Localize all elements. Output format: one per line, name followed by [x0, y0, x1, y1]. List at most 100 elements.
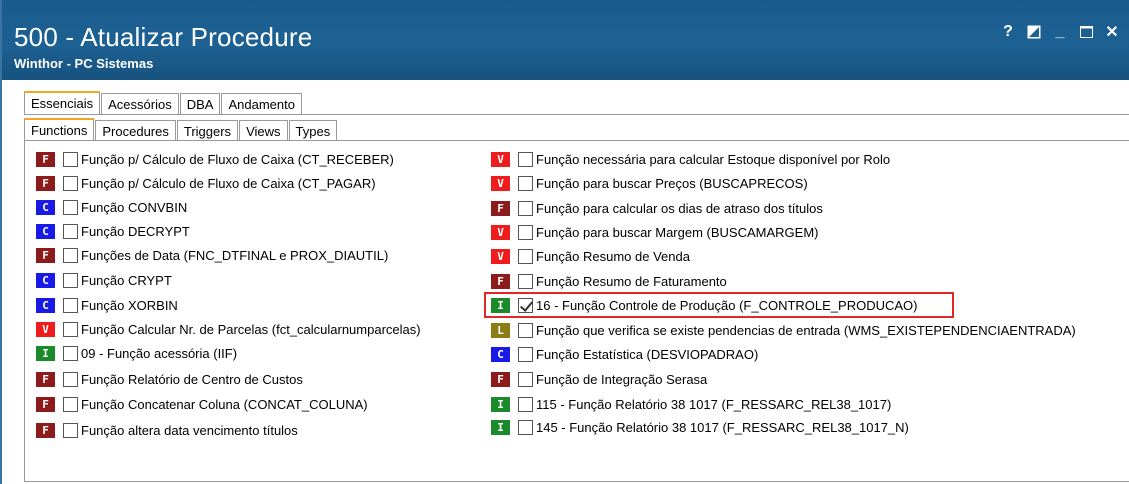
list-item[interactable]: V Função para buscar Margem (BUSCAMARGEM…	[491, 223, 818, 242]
function-type-badge: F	[36, 248, 55, 263]
list-item[interactable]: F Função altera data vencimento títulos	[36, 421, 298, 440]
list-item[interactable]: V Função Calcular Nr. de Parcelas (fct_c…	[36, 320, 421, 339]
checkbox[interactable]	[63, 200, 78, 215]
list-item[interactable]: F Função p/ Cálculo de Fluxo de Caixa (C…	[36, 150, 394, 169]
restore-icon[interactable]	[1021, 20, 1047, 44]
function-type-badge: C	[491, 347, 510, 362]
item-label: Função necessária para calcular Estoque …	[536, 152, 891, 167]
item-label: 09 - Função acessória (IIF)	[81, 346, 238, 361]
top-tab-divider	[24, 114, 1129, 115]
checkbox[interactable]	[63, 273, 78, 288]
list-item[interactable]: V Função Resumo de Venda	[491, 247, 690, 266]
list-item[interactable]: I 115 - Função Relatório 38 1017 (F_RESS…	[491, 395, 891, 414]
list-item[interactable]: C Função CONVBIN	[36, 198, 187, 217]
list-item[interactable]: C Função CRYPT	[36, 271, 172, 290]
tab-procedures[interactable]: Procedures	[95, 120, 176, 141]
function-type-badge: C	[36, 273, 55, 288]
tab-functions[interactable]: Functions	[24, 118, 95, 141]
function-type-badge: F	[36, 176, 55, 191]
list-item[interactable]: F Funções de Data (FNC_DTFINAL e PROX_DI…	[36, 246, 388, 265]
item-label: Função altera data vencimento títulos	[81, 423, 298, 438]
checkbox[interactable]	[518, 201, 533, 216]
checkbox[interactable]	[63, 176, 78, 191]
tab-andamento[interactable]: Andamento	[221, 93, 302, 114]
item-label: Função de Integração Serasa	[536, 372, 708, 387]
checkbox[interactable]	[518, 274, 533, 289]
window-title: 500 - Atualizar Procedure	[14, 22, 313, 52]
item-label: Função Resumo de Faturamento	[536, 274, 727, 289]
tab-dba[interactable]: DBA	[179, 93, 221, 114]
list-item[interactable]: F Função Relatório de Centro de Custos	[36, 370, 303, 389]
help-icon[interactable]: ?	[995, 20, 1021, 44]
list-item[interactable]: F Função de Integração Serasa	[491, 370, 707, 389]
function-type-badge: I	[491, 420, 510, 435]
window-controls: ? _ ✕	[995, 20, 1125, 44]
item-label: Função para buscar Margem (BUSCAMARGEM)	[536, 225, 819, 240]
item-label: Função p/ Cálculo de Fluxo de Caixa (CT_…	[81, 176, 376, 191]
tab-essenciais[interactable]: Essenciais	[24, 91, 101, 114]
function-type-badge: V	[491, 152, 510, 167]
function-type-badge: F	[491, 201, 510, 216]
function-type-badge: V	[491, 249, 510, 264]
list-item[interactable]: L Função que verifica se existe pendenci…	[491, 321, 1076, 340]
list-item[interactable]: C Função Estatística (DESVIOPADRAO)	[491, 345, 758, 364]
function-type-badge: F	[36, 372, 55, 387]
item-label: Função DECRYPT	[81, 224, 190, 239]
selection-highlight	[484, 292, 954, 318]
function-type-badge: F	[36, 397, 55, 412]
list-item[interactable]: C Função DECRYPT	[36, 222, 190, 241]
maximize-icon[interactable]	[1073, 20, 1099, 44]
checkbox[interactable]	[63, 152, 78, 167]
list-item[interactable]: I 09 - Função acessória (IIF)	[36, 344, 237, 363]
function-type-badge: I	[491, 397, 510, 412]
checkbox[interactable]	[63, 248, 78, 263]
item-label: Função Calcular Nr. de Parcelas (fct_cal…	[81, 322, 421, 337]
checkbox[interactable]	[518, 152, 533, 167]
checkbox[interactable]	[63, 397, 78, 412]
item-label: Função Resumo de Venda	[536, 249, 690, 264]
checkbox[interactable]	[63, 346, 78, 361]
checkbox[interactable]	[518, 176, 533, 191]
checkbox[interactable]	[518, 347, 533, 362]
checkbox[interactable]	[518, 397, 533, 412]
function-type-badge: F	[36, 152, 55, 167]
item-label: Função Relatório de Centro de Custos	[81, 372, 303, 387]
tab-views[interactable]: Views	[239, 120, 288, 141]
function-type-badge: V	[36, 322, 55, 337]
checkbox[interactable]	[63, 224, 78, 239]
item-label: Função Concatenar Coluna (CONCAT_COLUNA)	[81, 397, 368, 412]
tab-types[interactable]: Types	[288, 120, 338, 141]
list-item[interactable]: V Função necessária para calcular Estoqu…	[491, 150, 890, 169]
checkbox[interactable]	[518, 249, 533, 264]
top-tab-bar: Essenciais Acessórios DBA Andamento	[24, 91, 303, 114]
list-item[interactable]: F Função Resumo de Faturamento	[491, 272, 727, 291]
function-type-badge: I	[36, 346, 55, 361]
list-item[interactable]: C Função XORBIN	[36, 296, 178, 315]
checkbox[interactable]	[63, 298, 78, 313]
function-type-badge: F	[36, 423, 55, 438]
close-icon[interactable]: ✕	[1099, 20, 1125, 44]
checkbox[interactable]	[518, 225, 533, 240]
tab-triggers[interactable]: Triggers	[176, 120, 239, 141]
tab-acessorios[interactable]: Acessórios	[101, 93, 179, 114]
checkbox[interactable]	[63, 322, 78, 337]
checkbox[interactable]	[63, 423, 78, 438]
list-item[interactable]: I 145 - Função Relatório 38 1017 (F_RESS…	[491, 418, 909, 437]
item-label: Função Estatística (DESVIOPADRAO)	[536, 347, 759, 362]
minimize-icon[interactable]: _	[1047, 20, 1073, 44]
list-item[interactable]: F Função p/ Cálculo de Fluxo de Caixa (C…	[36, 174, 376, 193]
item-label: Função p/ Cálculo de Fluxo de Caixa (CT_…	[81, 152, 394, 167]
list-item[interactable]: F Função para calcular os dias de atraso…	[491, 199, 823, 218]
function-type-badge: C	[36, 224, 55, 239]
item-label: Função que verifica se existe pendencias…	[536, 323, 1076, 338]
checkbox[interactable]	[518, 420, 533, 435]
item-label: Função CONVBIN	[81, 200, 188, 215]
function-type-badge: C	[36, 200, 55, 215]
item-label: Função CRYPT	[81, 273, 172, 288]
list-item[interactable]: V Função para buscar Preços (BUSCAPRECOS…	[491, 174, 808, 193]
list-item[interactable]: F Função Concatenar Coluna (CONCAT_COLUN…	[36, 395, 368, 414]
item-label: Função para buscar Preços (BUSCAPRECOS)	[536, 176, 808, 191]
checkbox[interactable]	[518, 372, 533, 387]
checkbox[interactable]	[63, 372, 78, 387]
checkbox[interactable]	[518, 323, 533, 338]
